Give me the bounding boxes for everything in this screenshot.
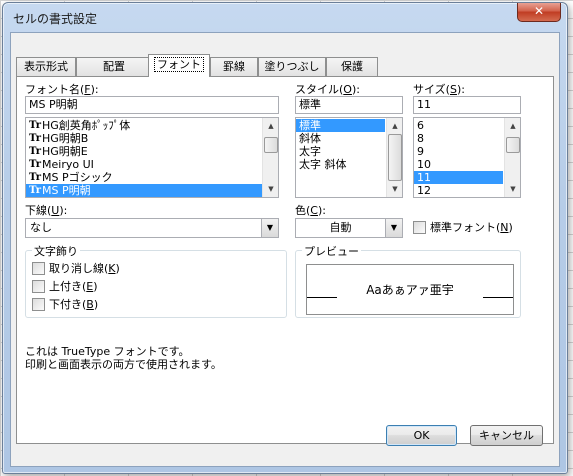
size-input[interactable]: 11: [413, 96, 521, 114]
chevron-down-icon[interactable]: ▼: [385, 219, 402, 237]
tab-border[interactable]: 罫線: [210, 57, 258, 76]
tab-protection[interactable]: 保護: [326, 57, 378, 76]
font-name-list[interactable]: Tr HG創英角ﾎﾟｯﾌﾟ体 Tr HG明朝B Tr HG明朝E Tr Meiryo U…: [25, 117, 279, 198]
tab-font[interactable]: フォント: [148, 54, 210, 77]
font-list-item[interactable]: Tr MS Pゴシック: [26, 171, 278, 184]
font-info-line2: 印刷と画面表示の両方で使用されます。: [25, 358, 222, 371]
normal-font-label: 標準フォント(N): [430, 221, 513, 234]
scroll-down-arrow-icon[interactable]: ▼: [387, 181, 402, 197]
strikethrough-label: 取り消し線(K): [49, 262, 120, 275]
truetype-icon: Tr: [29, 146, 41, 157]
effects-group-title: 文字飾り: [32, 243, 80, 259]
font-name-label: フォント名(F):: [25, 83, 99, 96]
superscript-label: 上付き(E): [49, 280, 98, 293]
underline-select-value: なし: [30, 221, 52, 234]
tab-fill[interactable]: 塗りつぶし: [258, 57, 326, 76]
scroll-thumb[interactable]: [264, 137, 278, 153]
scroll-thumb[interactable]: [506, 137, 520, 153]
style-label: スタイル(O):: [295, 83, 360, 96]
preview-box: Aaあぁアァ亜宇: [306, 264, 514, 315]
scroll-down-arrow-icon[interactable]: ▼: [505, 181, 520, 197]
truetype-icon: Tr: [29, 159, 41, 170]
scroll-up-arrow-icon[interactable]: ▲: [387, 118, 402, 134]
checkbox-box[interactable]: [413, 221, 426, 234]
preview-group-title: プレビュー: [302, 243, 361, 259]
scroll-thumb[interactable]: [388, 134, 402, 181]
font-list-scrollbar[interactable]: ▲ ▼: [262, 118, 278, 197]
color-select[interactable]: 自動 ▼: [295, 218, 403, 238]
font-list-item[interactable]: Tr HG創英角ﾎﾟｯﾌﾟ体: [26, 119, 278, 132]
font-tab-panel: フォント名(F): MS P明朝 Tr HG創英角ﾎﾟｯﾌﾟ体 Tr HG明朝B T…: [16, 76, 554, 444]
subscript-label: 下付き(B): [49, 298, 99, 311]
font-list-item[interactable]: Tr Meiryo UI: [26, 158, 278, 171]
truetype-icon: Tr: [29, 133, 41, 144]
dialog-title: セルの書式設定: [13, 12, 98, 26]
tab-font-label: フォント: [154, 57, 204, 72]
superscript-checkbox[interactable]: 上付き(E): [32, 280, 98, 294]
font-list-item[interactable]: Tr HG明朝B: [26, 132, 278, 145]
font-list-item[interactable]: Tr HG明朝E: [26, 145, 278, 158]
style-input[interactable]: 標準: [295, 96, 403, 114]
style-list[interactable]: 標準 斜体 太字 太字 斜体 ▲ ▼: [295, 117, 403, 198]
tab-alignment[interactable]: 配置: [76, 57, 152, 76]
style-list-scrollbar[interactable]: ▲ ▼: [386, 118, 402, 197]
style-list-item-selected[interactable]: 標準: [296, 119, 385, 132]
format-cells-dialog: セルの書式設定 ✕ 表示形式 配置 フォント 罫線 塗りつぶし 保護 フォント名…: [2, 2, 568, 474]
scroll-down-arrow-icon[interactable]: ▼: [263, 181, 278, 197]
truetype-icon: Tr: [29, 120, 41, 131]
normal-font-checkbox[interactable]: 標準フォント(N): [413, 221, 513, 235]
preview-group: プレビュー Aaあぁアァ亜宇: [295, 243, 521, 318]
size-label: サイズ(S):: [413, 83, 465, 96]
effects-group: 文字飾り 取り消し線(K) 上付き(E) 下付き(B): [25, 243, 287, 318]
size-list[interactable]: 6 8 9 10 11 12 ▲ ▼: [413, 117, 521, 198]
preview-sample-text: Aaあぁアァ亜宇: [366, 283, 454, 297]
checkbox-box[interactable]: [32, 262, 45, 275]
checkbox-box[interactable]: [32, 298, 45, 311]
title-bar[interactable]: セルの書式設定 ✕: [3, 3, 567, 31]
cancel-button[interactable]: キャンセル: [470, 425, 543, 446]
truetype-icon: Tr: [29, 172, 41, 183]
ok-button[interactable]: OK: [386, 425, 457, 446]
scroll-up-arrow-icon[interactable]: ▲: [505, 118, 520, 134]
size-list-scrollbar[interactable]: ▲ ▼: [504, 118, 520, 197]
chevron-down-icon[interactable]: ▼: [261, 219, 278, 237]
color-label: 色(C):: [295, 204, 326, 217]
font-name-input[interactable]: MS P明朝: [25, 96, 279, 114]
underline-label: 下線(U):: [25, 204, 68, 217]
underline-select[interactable]: なし ▼: [25, 218, 279, 238]
size-list-item-selected[interactable]: 11: [414, 171, 503, 184]
checkbox-box[interactable]: [32, 280, 45, 293]
tab-number-format[interactable]: 表示形式: [16, 57, 76, 76]
dialog-client-area: 表示形式 配置 フォント 罫線 塗りつぶし 保護 フォント名(F): MS P明…: [10, 32, 560, 467]
strikethrough-checkbox[interactable]: 取り消し線(K): [32, 262, 120, 276]
preview-baseline-right: [483, 297, 513, 298]
truetype-icon: Tr: [29, 185, 41, 196]
font-list-item-selected[interactable]: Tr MS P明朝: [26, 184, 278, 197]
color-select-value: 自動: [329, 221, 352, 234]
close-button[interactable]: ✕: [517, 3, 561, 22]
scroll-up-arrow-icon[interactable]: ▲: [263, 118, 278, 134]
subscript-checkbox[interactable]: 下付き(B): [32, 298, 98, 312]
